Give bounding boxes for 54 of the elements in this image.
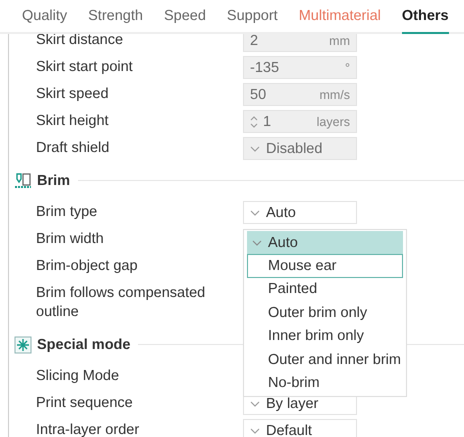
field-unit: mm [329,34,350,48]
setting-field[interactable]: Default [243,419,357,437]
option-label: Painted [268,281,318,298]
settings-tab[interactable]: Others [402,0,449,34]
setting-label: Draft shield [36,139,110,158]
setting-label: Brim follows compensated outline [36,284,206,322]
option-label: No-brim [268,375,320,392]
spinner-icon [250,114,258,128]
field-value: -135 [250,60,280,76]
setting-label: Brim-object gap [36,257,139,276]
field-value: 2 [250,34,260,48]
dropdown-option[interactable]: Inner brim only [247,324,403,348]
field-value: Default [266,422,313,437]
setting-label: Skirt speed [36,85,110,104]
dropdown-option[interactable]: Outer and inner brim [247,348,403,372]
dropdown-option[interactable]: Outer brim only [247,301,403,325]
option-label: Inner brim only [268,328,364,344]
dropdown-option[interactable]: Auto [247,231,403,254]
brim-icon [14,172,32,190]
section-title: Special mode [37,336,130,352]
setting-label: Skirt height [36,112,110,131]
dropdown-option[interactable]: Mouse ear [247,254,403,278]
setting-label: Intra-layer order [36,421,140,437]
settings-tab[interactable]: Support [226,0,278,32]
chevron-icon [250,428,260,434]
option-label: Mouse ear [268,258,337,274]
dropdown-option[interactable]: No-brim [247,371,403,395]
chevron-icon [250,400,260,406]
field-value: 1 [263,114,272,130]
field-unit: ° [345,60,350,74]
setting-label: Brim type [36,203,98,222]
setting-label: Print sequence [36,394,134,413]
setting-label: Brim width [36,230,105,249]
field-value: Auto [266,204,297,220]
setting-label: Slicing Mode [36,367,120,386]
sparkle-icon [14,336,32,354]
setting-label: Skirt start point [36,58,134,77]
dropdown-option[interactable]: Painted [247,278,403,302]
chevron-icon [250,210,260,216]
chevron-icon [252,240,262,246]
settings-tab[interactable]: Strength [88,0,143,32]
field-value: By layer [266,396,320,412]
field-unit: mm/s [319,88,350,102]
field-value: Disabled [266,140,324,156]
option-label: Outer brim only [268,304,368,321]
section-title: Brim [37,172,70,188]
field-value: 50 [250,86,268,102]
option-label: Auto [268,234,298,251]
chevron-icon [250,146,260,152]
field-unit: layers [316,114,350,128]
option-label: Outer and inner brim [268,352,401,368]
setting-field[interactable]: Auto [243,201,357,224]
settings-tab[interactable]: Speed [164,0,206,32]
settings-tab[interactable]: Quality [22,0,68,32]
